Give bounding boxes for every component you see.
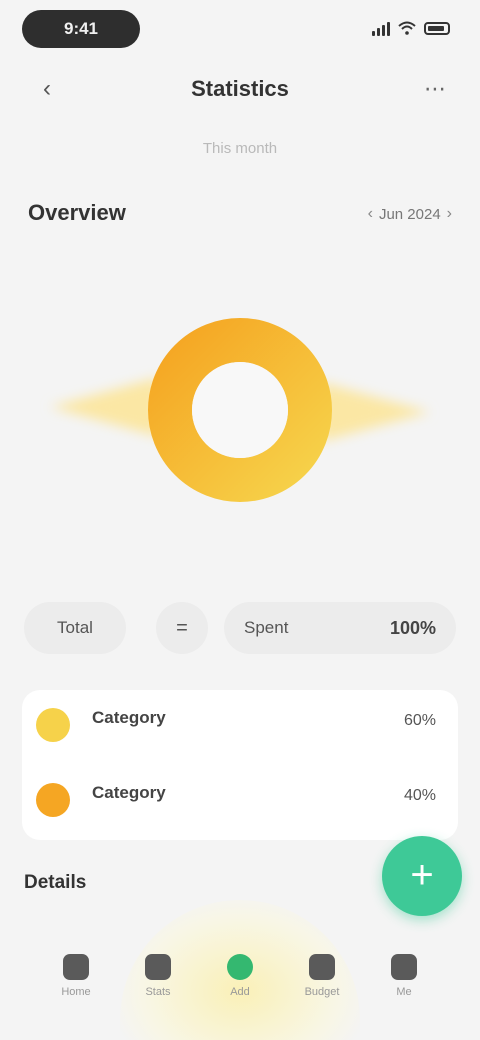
category-value: 40% (403, 787, 436, 804)
spent-value: 100% (389, 617, 436, 638)
nav-label: Add (230, 986, 250, 998)
nav-label: Budget (304, 986, 340, 998)
signal-icon (372, 20, 390, 36)
nav-label: Home (61, 986, 91, 998)
chart-glow-left (50, 377, 160, 437)
category-label: Category (92, 783, 166, 802)
total-label: Total (57, 618, 93, 637)
nav-item-add[interactable]: Add (210, 954, 270, 1024)
section-heading: Details (24, 872, 87, 893)
nav-label: Me (396, 986, 412, 998)
status-bar: 9:41 (0, 0, 480, 64)
page-title: Statistics (191, 76, 289, 101)
more-button[interactable]: ⋯ (418, 72, 452, 106)
category-value: 60% (403, 712, 436, 729)
wallet-icon (309, 954, 335, 980)
nav-item-home[interactable]: Home (46, 954, 106, 1024)
spent-pill[interactable]: Spent 100% (224, 602, 456, 654)
more-icon: ⋯ (424, 76, 446, 101)
date-label: Jun 2024 (378, 205, 441, 223)
category-breakdown: Category 60% Category 40% (22, 690, 458, 840)
bottom-nav: Home Stats Add Budget Me (0, 940, 480, 1040)
category-label: Category (92, 708, 166, 727)
plus-icon: + (410, 853, 434, 897)
category-icon (36, 783, 70, 817)
list-item[interactable]: Category 40% (22, 765, 458, 840)
chevron-left-icon[interactable]: ‹ (368, 205, 373, 223)
spent-label: Spent (244, 618, 289, 637)
donut-hole (192, 362, 288, 458)
status-time: 9:41 (63, 19, 99, 38)
total-pill[interactable]: Total (24, 602, 126, 654)
page-subtitle: This month (202, 140, 278, 157)
metric-row: Total = Spent 100% (24, 602, 456, 654)
nav-item-me[interactable]: Me (374, 954, 434, 1024)
wifi-icon (398, 21, 416, 35)
chart-icon (145, 954, 171, 980)
donut-chart (40, 282, 440, 532)
nav-item-budget[interactable]: Budget (292, 954, 352, 1024)
header: ‹ Statistics ⋯ (0, 64, 480, 114)
nav-item-stats[interactable]: Stats (128, 954, 188, 1024)
overview-heading: Overview (28, 200, 126, 225)
chevron-right-icon[interactable]: › (447, 205, 452, 223)
date-picker[interactable]: ‹ Jun 2024 › (368, 205, 452, 223)
equals-pill: = (156, 602, 208, 654)
list-item[interactable]: Category 60% (22, 690, 458, 765)
user-icon (391, 954, 417, 980)
add-button[interactable]: + (382, 836, 462, 916)
home-icon (63, 954, 89, 980)
status-icons (372, 20, 450, 36)
category-icon (36, 708, 70, 742)
equals-symbol: = (176, 616, 188, 639)
battery-icon (424, 21, 450, 35)
chart-glow-right (320, 382, 430, 442)
plus-icon (227, 954, 253, 980)
nav-label: Stats (145, 986, 171, 998)
donut-chart-svg (50, 318, 430, 502)
